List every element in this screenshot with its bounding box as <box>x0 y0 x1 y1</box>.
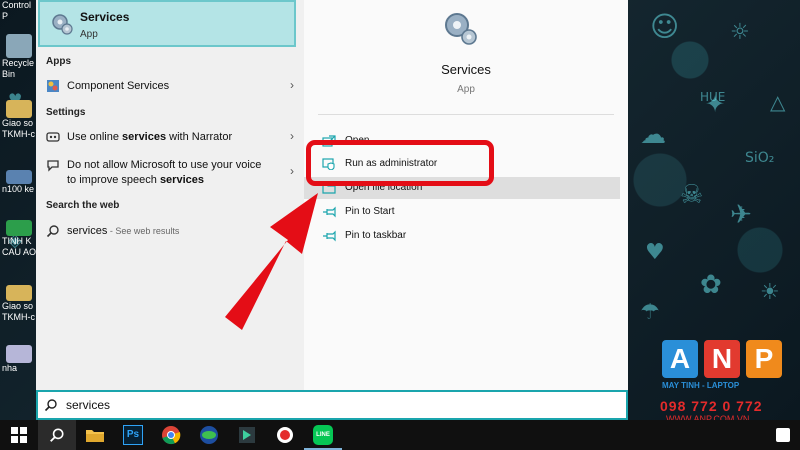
file-explorer-icon <box>86 430 104 442</box>
section-settings: Settings <box>46 107 86 118</box>
pin-icon <box>323 206 336 218</box>
taskbar-recorder[interactable] <box>266 420 304 450</box>
doodle-heart: ♥ <box>645 240 665 265</box>
desktop-icon-document-1[interactable]: Giao so TKMH-c <box>2 100 38 140</box>
taskbar-line[interactable]: LINE <box>304 420 342 450</box>
start-button[interactable] <box>0 420 38 450</box>
search-input[interactable] <box>66 396 606 414</box>
notification-icon[interactable] <box>776 428 790 442</box>
best-match-services[interactable]: Services App <box>38 0 296 47</box>
windows-start-icon <box>11 427 27 443</box>
doodle-bug: ☼ <box>730 20 750 45</box>
chevron-right-icon[interactable]: › <box>290 129 294 143</box>
desktop-icon-spreadsheet[interactable]: TINH K CAU AO <box>2 220 38 258</box>
desktop-icon-label: Recycle Bin <box>2 58 35 79</box>
desktop-icon-recycle-bin[interactable]: Recycle Bin <box>2 34 38 80</box>
taskbar-search-box[interactable] <box>36 390 628 420</box>
action-label: Pin to Start <box>345 206 395 217</box>
photoshop-icon: Ps <box>123 425 143 445</box>
anp-tagline: MAY TINH - LAPTOP <box>662 381 740 390</box>
app-icon <box>239 427 255 443</box>
app-detail-pane: Services App Open Run as administrator O… <box>304 0 628 390</box>
search-icon <box>50 428 64 442</box>
chevron-right-icon[interactable]: › <box>290 164 294 178</box>
desktop-icon-label: nha <box>2 363 18 373</box>
desktop-icon-label: n100 ke <box>2 184 35 194</box>
chrome-icon <box>162 426 181 445</box>
detail-subtitle: App <box>457 84 475 95</box>
result-speech-services[interactable]: Do not allow Microsoft to use your voice… <box>36 154 296 190</box>
doodle-skull: ☠ <box>680 180 704 210</box>
component-services-icon <box>47 80 59 92</box>
document-icon <box>6 170 32 184</box>
search-icon <box>46 225 59 238</box>
desktop-icon-control-panel[interactable]: Control P <box>2 0 38 22</box>
doodle-octopus: ✿ <box>700 270 722 300</box>
gears-icon <box>52 14 73 35</box>
annotation-highlight-box <box>306 140 494 186</box>
desktop-icon-label: Control P <box>2 0 32 21</box>
chevron-right-icon[interactable]: › <box>290 223 294 237</box>
action-pin-to-start[interactable]: Pin to Start <box>304 201 620 223</box>
desktop-icon-label: Giao so TKMH-c <box>2 118 35 139</box>
record-icon <box>277 427 293 443</box>
taskbar-app[interactable] <box>228 420 266 450</box>
narrator-icon <box>46 132 60 142</box>
taskbar-photoshop[interactable]: Ps <box>114 420 152 450</box>
section-apps: Apps <box>46 56 71 67</box>
anp-phone: 098 772 0 772 <box>660 398 763 414</box>
taskbar-media-player[interactable] <box>190 420 228 450</box>
divider <box>318 114 614 115</box>
taskbar-file-explorer[interactable] <box>76 420 114 450</box>
taskbar: Ps LINE <box>0 420 800 450</box>
taskbar-search-button[interactable] <box>38 420 76 450</box>
desktop-icon-image[interactable]: nha <box>2 345 38 374</box>
result-label: Do not allow Microsoft to use your voice… <box>67 159 262 186</box>
media-player-icon <box>200 426 218 444</box>
result-online-services-narrator[interactable]: Use online services with Narrator › <box>36 126 296 148</box>
doodle-ghost: ☁ <box>640 120 666 150</box>
search-results-pane: Services App Apps Component Services › S… <box>36 0 304 390</box>
doodle-bird: ✈ <box>730 200 752 230</box>
result-label: Use online services with Narrator <box>67 131 233 143</box>
desktop-icon-document-3[interactable]: Giao so TKMH-c <box>2 285 38 323</box>
section-search-web: Search the web <box>46 200 120 211</box>
anp-logo: A N P <box>662 340 786 378</box>
action-label: Pin to taskbar <box>345 230 407 241</box>
recycle-bin-icon <box>6 34 32 58</box>
anp-letter-n: N <box>704 340 740 378</box>
gears-icon <box>445 13 477 45</box>
doodle-hue: HUE <box>700 90 726 104</box>
doodle-triangle: △ <box>770 90 786 114</box>
pin-icon <box>323 230 336 242</box>
desktop-icon-label: Giao so TKMH-c <box>2 301 35 322</box>
image-icon <box>6 345 32 363</box>
best-match-title: Services <box>80 10 130 24</box>
spreadsheet-icon <box>6 220 32 236</box>
doodle-squid: ☺ <box>650 10 680 43</box>
best-match-subtitle: App <box>80 29 98 40</box>
desktop-icon-label: TINH K CAU AO <box>2 236 37 257</box>
taskbar-chrome[interactable] <box>152 420 190 450</box>
document-icon <box>6 100 32 118</box>
result-label: Component Services <box>67 80 170 92</box>
document-icon <box>6 285 32 301</box>
search-icon <box>44 399 57 412</box>
doodle-sun: ☀ <box>760 280 780 305</box>
speech-icon <box>47 160 59 172</box>
anp-letter-p: P <box>746 340 782 378</box>
line-icon: LINE <box>313 425 333 445</box>
doodle-cloud: ☂ <box>640 300 660 325</box>
result-web-search[interactable]: services - See web results › <box>36 220 296 242</box>
result-component-services[interactable]: Component Services › <box>36 75 296 97</box>
chevron-right-icon[interactable]: › <box>290 78 294 92</box>
result-label: services - See web results <box>67 225 180 237</box>
action-pin-to-taskbar[interactable]: Pin to taskbar <box>304 225 620 247</box>
start-menu-search-panel: Services App Apps Component Services › S… <box>36 0 628 390</box>
desktop-icon-document-2[interactable]: n100 ke <box>2 170 38 195</box>
detail-title: Services <box>441 62 491 77</box>
doodle-sio2: SiO₂ <box>745 150 775 166</box>
anp-letter-a: A <box>662 340 698 378</box>
